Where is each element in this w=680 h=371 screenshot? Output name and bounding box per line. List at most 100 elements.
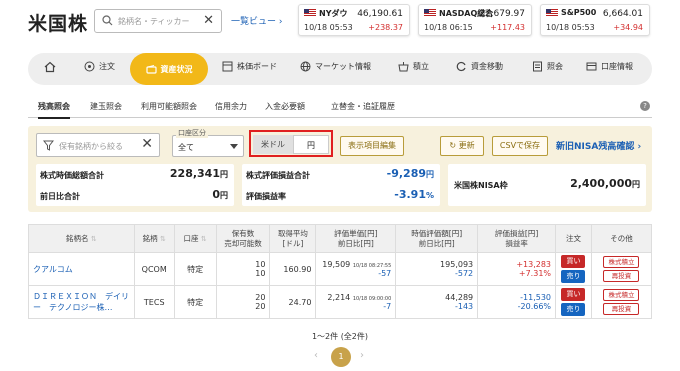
clear-icon[interactable]: ✕ [141, 136, 153, 152]
tab-history[interactable]: 立替金・追証履歴 [331, 101, 395, 112]
avg-cell: 160.90 [269, 252, 317, 286]
index-time: 10/18 05:53 [546, 23, 595, 32]
nav-inquiry[interactable]: 照会 [532, 61, 563, 72]
tab-positions[interactable]: 建玉照会 [90, 101, 122, 112]
index-card-dow[interactable]: NYダウ 46,190.61 10/18 05:53 +238.37 [298, 4, 410, 36]
tab-available[interactable]: 利用可能額照会 [141, 101, 197, 112]
wallet-icon [145, 64, 157, 74]
us-flag-icon [424, 9, 436, 17]
stock-name-link[interactable]: クアルコム [33, 265, 73, 274]
pl-value: -9,289円 [386, 167, 434, 180]
filter-icon [43, 140, 54, 151]
pl-rate-label: 評価損益率 [246, 192, 286, 201]
chevron-left-icon[interactable]: ‹ [314, 350, 318, 361]
col-avg[interactable]: 取得平均 [ドル] [269, 224, 317, 253]
col-price[interactable]: 評価単価[円] 前日比[円] [315, 224, 397, 253]
buy-button[interactable]: 買い [561, 255, 586, 268]
currency-jpy-button[interactable]: 円 [293, 135, 329, 154]
avg-cell: 24.70 [269, 285, 317, 319]
currency-usd-button[interactable]: 米ドル [253, 135, 293, 154]
pl-rate: -3.91% [394, 188, 434, 201]
nav-board[interactable]: 株価ボード [222, 61, 277, 72]
index-value: 6,664.01 [602, 9, 643, 19]
buy-button[interactable]: 買い [561, 288, 586, 301]
nav-label: 資産状況 [160, 64, 193, 74]
nav-account[interactable]: 口座情報 [586, 61, 633, 72]
tsumitate-button[interactable]: 株式積立 [603, 289, 640, 301]
edit-columns-button[interactable]: 表示項目編集 [340, 136, 404, 156]
col-ticker[interactable]: 銘柄 ⇅ [133, 224, 175, 253]
reinvest-button[interactable]: 再投資 [603, 270, 640, 282]
tab-margin[interactable]: 信用余力 [215, 101, 247, 112]
refresh-label: 更新 [458, 141, 475, 150]
index-card-nasdaq[interactable]: NASDAQ総合 22,679.97 10/18 06:15 +117.43 [418, 4, 532, 36]
account: 特定 [173, 252, 217, 286]
cart-icon [84, 61, 95, 72]
nav-tsumitate[interactable]: 積立 [398, 61, 429, 72]
chevron-right-icon[interactable]: › [360, 350, 364, 361]
main-nav: 注文 資産状況 株価ボード マーケット情報 積立 資金移動 照会 口座情報 [28, 53, 652, 85]
reinvest-button[interactable]: 再投資 [603, 303, 640, 315]
pl-label: 株式評価損益合計 [246, 171, 310, 180]
clear-icon[interactable]: ✕ [203, 13, 214, 28]
chevron-down-icon [230, 144, 238, 149]
nav-label: 照会 [547, 62, 563, 71]
home-icon [44, 61, 56, 73]
nav-assets[interactable]: 資産状況 [130, 53, 208, 85]
holding-filter-input[interactable]: 保有銘柄から絞る ✕ [36, 133, 160, 157]
ticker: TECS [133, 285, 175, 319]
search-icon [102, 15, 113, 26]
tab-balance[interactable]: 残高照会 [38, 101, 70, 119]
other-cell: 株式積立 再投資 [590, 285, 653, 319]
prev-diff: 0円 [212, 188, 228, 201]
qty-cell: 20 20 [215, 285, 271, 319]
account-icon [586, 62, 597, 71]
nav-transfer[interactable]: 資金移動 [456, 61, 503, 72]
stock-name-link[interactable]: ＤＩＲＥＸＩＯＮ デイリー テクノロジー株… [33, 292, 129, 312]
document-icon [533, 61, 542, 72]
pot-icon [398, 62, 409, 72]
nisa-label: 米国株NISA枠 [454, 181, 508, 190]
col-pl[interactable]: 評価損益[円] 損益率 [477, 224, 557, 253]
pl-cell: +13,283 +7.31% [477, 252, 557, 286]
nav-market[interactable]: マーケット情報 [300, 61, 371, 72]
account-type-value: 全て [178, 143, 194, 152]
account: 特定 [173, 285, 217, 319]
globe-icon [300, 61, 311, 72]
search-input[interactable]: 銘柄名・ティッカー ✕ [94, 9, 222, 33]
refresh-icon: ↻ [449, 141, 457, 150]
table-row: クアルコム QCOM 特定 10 10 160.90 19,509 10/18 0… [28, 252, 653, 286]
list-view-link[interactable]: 一覧ビュー › [231, 14, 282, 27]
col-qty[interactable]: 保有数 売却可能数 [215, 224, 271, 253]
market-value: 228,341円 [169, 167, 228, 180]
market-value-card: 株式時価総額合計 228,341円 前日比合計 0円 [36, 164, 234, 206]
tab-deposit-required[interactable]: 入金必要額 [265, 101, 305, 112]
page-1-button[interactable]: 1 [331, 347, 351, 367]
tsumitate-button[interactable]: 株式積立 [603, 256, 640, 268]
refresh-button[interactable]: ↻ 更新 [440, 136, 484, 156]
nav-home[interactable] [44, 61, 56, 73]
col-name[interactable]: 銘柄名 ⇅ [28, 224, 135, 253]
prev-diff-label: 前日比合計 [40, 192, 80, 201]
nav-label: 口座情報 [601, 62, 633, 71]
help-icon[interactable]: ? [640, 101, 650, 111]
price-cell: 19,509 10/18 08:27:55 -57 [315, 252, 397, 286]
sell-button[interactable]: 売り [561, 303, 586, 316]
index-change: +238.37 [368, 23, 403, 32]
header: 米国株 銘柄名・ティッカー ✕ 一覧ビュー › NYダウ 46,190.61 1… [0, 0, 680, 46]
pager-count: 1〜2件 (全2件) [311, 332, 369, 341]
index-time: 10/18 06:15 [424, 23, 473, 32]
board-icon [222, 61, 233, 72]
nisa-balance-link[interactable]: 新旧NISA残高確認 › [556, 139, 641, 152]
csv-button[interactable]: CSVで保存 [492, 136, 548, 156]
nav-order[interactable]: 注文 [84, 61, 115, 72]
col-value[interactable]: 時価評価額[円] 前日比[円] [395, 224, 479, 253]
index-value: 46,190.61 [357, 9, 403, 19]
value-cell: 44,289 -143 [395, 285, 479, 319]
account-type-select[interactable]: 全て [172, 135, 244, 157]
order-cell: 買い 売り [555, 285, 592, 319]
nav-label: マーケット情報 [315, 62, 371, 71]
col-account[interactable]: 口座 ⇅ [173, 224, 217, 253]
index-card-sp500[interactable]: S&P500 6,664.01 10/18 05:53 +34.94 [540, 4, 650, 36]
sell-button[interactable]: 売り [561, 270, 586, 283]
